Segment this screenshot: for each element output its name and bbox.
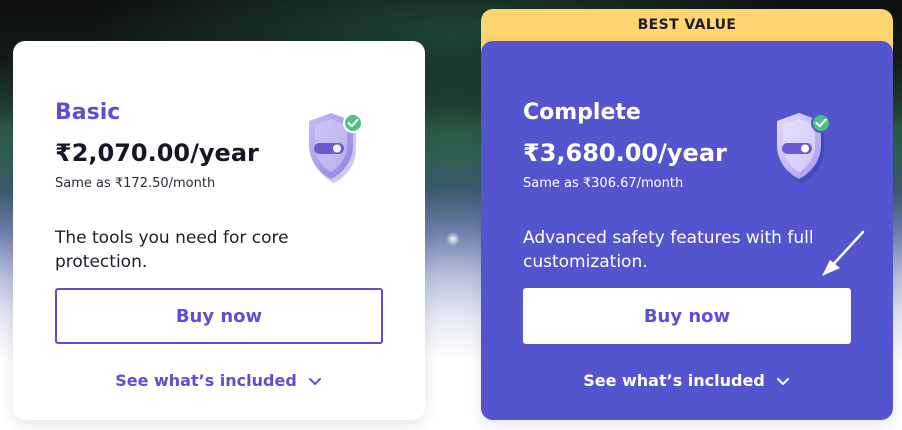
- plan-description: The tools you need for core protection.: [55, 228, 289, 272]
- buy-now-button-complete[interactable]: Buy now: [523, 288, 851, 344]
- shield-check-icon: [777, 113, 831, 183]
- see-whats-included-label: See what’s included: [583, 371, 765, 390]
- plan-name: Basic: [55, 100, 121, 125]
- buy-now-button-basic[interactable]: Buy now: [55, 288, 383, 344]
- plan-price: ₹3,680.00/year: [523, 139, 727, 167]
- plan-price: ₹2,070.00/year: [55, 139, 259, 167]
- chevron-down-icon: [308, 377, 321, 385]
- plan-description: Advanced safety features with full custo…: [523, 228, 814, 272]
- plan-card-basic: Basic ₹2,070.00/year Same as ₹172.50/mon…: [13, 41, 425, 420]
- chevron-down-icon: [776, 377, 789, 385]
- background-glow: [446, 232, 460, 246]
- plan-name: Complete: [523, 100, 641, 125]
- plan-monthly-equivalent: Same as ₹306.67/month: [523, 176, 684, 191]
- see-whats-included-label: See what’s included: [115, 371, 297, 390]
- see-whats-included-link-complete[interactable]: See what’s included: [481, 371, 893, 390]
- plan-monthly-equivalent: Same as ₹172.50/month: [55, 176, 216, 191]
- arrow-pointer-icon: [822, 230, 865, 276]
- see-whats-included-link-basic[interactable]: See what’s included: [13, 371, 425, 390]
- shield-check-icon: [309, 113, 363, 183]
